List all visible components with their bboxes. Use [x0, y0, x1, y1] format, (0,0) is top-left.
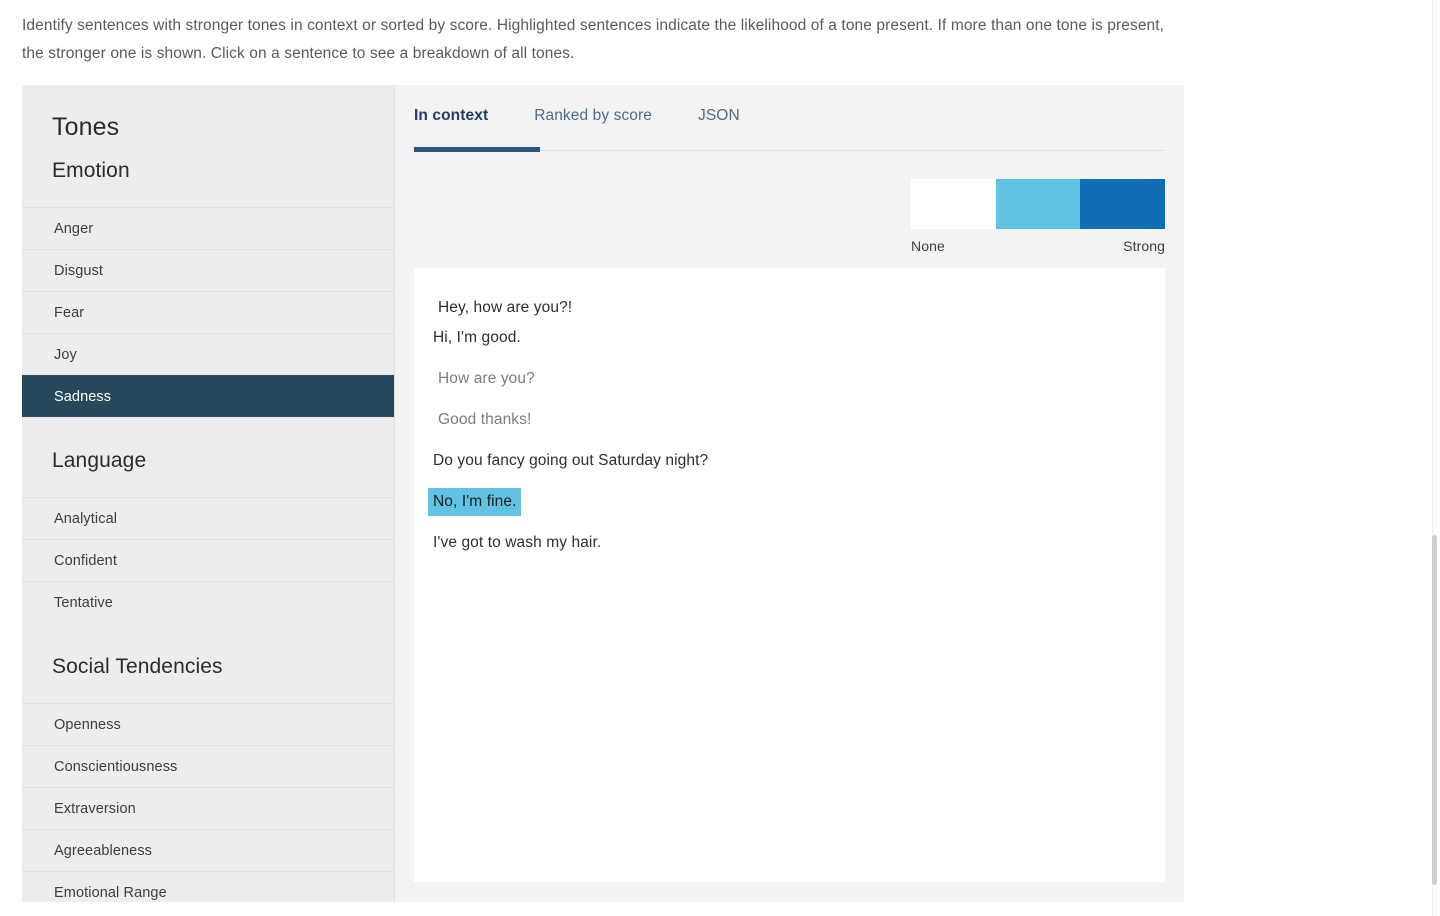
sidebar-item-confident[interactable]: Confident	[22, 539, 394, 581]
sidebar-item-fear[interactable]: Fear	[22, 291, 394, 333]
sidebar-item-conscientiousness[interactable]: Conscientiousness	[22, 745, 394, 787]
sidebar-item-tentative[interactable]: Tentative	[22, 581, 394, 623]
tones-sidebar: Tones Emotion Anger Disgust Fear Joy Sad…	[22, 85, 395, 902]
sentence-row: I've got to wash my hair.	[414, 529, 1165, 570]
sentence-row: No, I'm fine.	[414, 488, 1165, 529]
main-panel: In context Ranked by score JSON None Str…	[395, 85, 1184, 902]
legend-segment-medium	[995, 179, 1081, 229]
sidebar-group-heading-emotion: Emotion	[52, 159, 130, 182]
page-scrollbar-thumb[interactable]	[1432, 535, 1437, 885]
tab-json[interactable]: JSON	[674, 105, 762, 127]
tone-analyzer-container: Tones Emotion Anger Disgust Fear Joy Sad…	[22, 85, 1184, 902]
sidebar-title: Tones	[52, 113, 120, 141]
legend-labels: None Strong	[911, 238, 1165, 254]
sentence-row: Do you fancy going out Saturday night?	[414, 447, 1165, 488]
sidebar-group-heading-social-tendencies: Social Tendencies	[52, 655, 223, 678]
legend-segment-strong	[1080, 179, 1166, 229]
sentence-item-6[interactable]: I've got to wash my hair.	[428, 529, 605, 557]
sentences-card: Hey, how are you?! Hi, I'm good. How are…	[414, 268, 1165, 882]
page-root: Identify sentences with stronger tones i…	[0, 0, 1440, 916]
sentence-item-4[interactable]: Do you fancy going out Saturday night?	[428, 447, 712, 475]
intro-description: Identify sentences with stronger tones i…	[22, 17, 1165, 62]
sidebar-group-heading-language: Language	[52, 449, 147, 472]
tab-in-context[interactable]: In context	[414, 105, 510, 127]
sidebar-item-disgust[interactable]: Disgust	[22, 249, 394, 291]
tab-bar: In context Ranked by score JSON	[395, 85, 1184, 153]
legend-segment-none	[911, 179, 996, 229]
sentence-item-3[interactable]: Good thanks!	[433, 406, 535, 434]
sentence-item-0[interactable]: Hey, how are you?!	[433, 294, 576, 322]
sentence-list: Hey, how are you?! Hi, I'm good. How are…	[414, 268, 1165, 570]
active-tab-indicator	[414, 147, 540, 152]
sentence-item-2[interactable]: How are you?	[433, 365, 539, 393]
sentence-row: How are you?	[414, 365, 1165, 406]
tabs-row: In context Ranked by score JSON	[414, 105, 1184, 127]
sentence-row: Good thanks!	[414, 406, 1165, 447]
sidebar-item-agreeableness[interactable]: Agreeableness	[22, 829, 394, 871]
sidebar-item-extraversion[interactable]: Extraversion	[22, 787, 394, 829]
legend-gradient-bar	[911, 179, 1166, 229]
legend-label-none: None	[911, 238, 945, 254]
tone-strength-legend: None Strong	[911, 179, 1166, 254]
sidebar-item-sadness[interactable]: Sadness	[22, 375, 394, 417]
sentence-item-5[interactable]: No, I'm fine.	[428, 488, 521, 516]
tab-ranked-by-score[interactable]: Ranked by score	[510, 105, 674, 127]
sentence-item-1[interactable]: Hi, I'm good.	[428, 324, 525, 352]
sidebar-item-analytical[interactable]: Analytical	[22, 497, 394, 539]
sidebar-item-emotional-range[interactable]: Emotional Range	[22, 871, 394, 902]
legend-label-strong: Strong	[1123, 238, 1165, 254]
sidebar-item-openness[interactable]: Openness	[22, 703, 394, 745]
sidebar-item-anger[interactable]: Anger	[22, 207, 394, 249]
sidebar-item-joy[interactable]: Joy	[22, 333, 394, 375]
